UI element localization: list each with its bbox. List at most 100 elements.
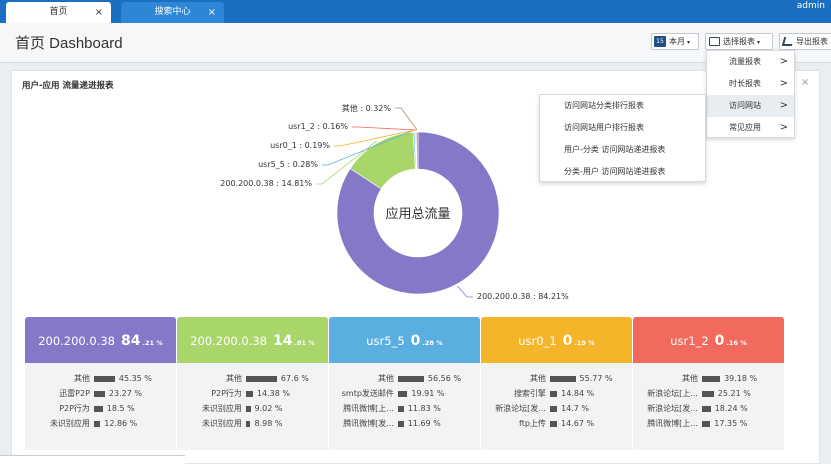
stat-row-value: 45.35 % [118,374,152,383]
submenu-item[interactable]: 用户-分类 访问网站递进报表 [540,139,705,161]
stat-row: 未识别应用 9.02 % [177,402,328,416]
submenu-item[interactable]: 访问网站分类排行报表 [540,95,705,117]
stat-row: 其他 39.18 % [633,372,784,386]
stat-row-bar [94,376,115,382]
stat-row-bar [94,406,103,412]
stat-row: 腾讯微博[上... 11.83 % [329,402,480,416]
stat-row-value: 11.69 % [407,419,441,428]
chevron-right-icon: > [779,100,788,111]
stat-row-value: 25.21 % [717,389,751,398]
stat-row-label: 新浪论坛[上... [647,389,698,398]
stat-row: 新浪论坛[上... 25.21 % [633,387,784,401]
chevron-right-icon: > [779,122,788,133]
stat-card-header[interactable]: 200.200.0.38 14.81 % [177,317,328,363]
stat-card-percent-decimal: .21 % [142,339,163,347]
stat-card-body: 其他 56.56 % smtp发送邮件 19.91 % 腾讯微博[上... 11.83 %… [329,363,481,450]
stat-row-bar [398,406,404,412]
stat-row-bar [94,421,101,427]
stat-card-body: 其他 55.77 % 搜索引擎 14.84 % 新浪论坛[发... 14.7 % ftp上传… [481,363,633,450]
stat-row: 迅雷P2P 23.27 % [25,387,176,401]
stat-card-body: 其他 67.6 % P2P行为 14.38 % 未识别应用 9.02 % 未识别应用 8.98… [177,363,329,450]
stat-row-value: 23.27 % [108,389,142,398]
stat-row-value: 18.24 % [714,404,748,413]
submenu-item[interactable]: 访问网站用户排行报表 [540,117,705,139]
stat-row-value: 9.02 % [254,404,283,413]
stat-row-bar [702,421,711,427]
pie-slice-label: usr1_2 : 0.16% [288,122,348,131]
stat-row-label: ftp上传 [519,419,546,428]
stat-row: 新浪论坛[发... 18.24 % [633,402,784,416]
stat-row-label: 其他 [529,374,546,383]
stat-card-body: 其他 45.35 % 迅雷P2P 23.27 % P2P行为 18.5 % 未识别应用 12.… [25,363,177,450]
stat-row: 未识别应用 12.86 % [25,417,176,431]
stat-card-percent-decimal: .81 % [294,339,315,347]
stat-card-header[interactable]: usr0_1 0.19 % [481,317,632,363]
stat-row-value: 12.86 % [104,419,138,428]
menu-item-traffic[interactable]: 流量报表 > [707,51,794,73]
stat-card-percent: 0 [562,333,573,349]
stat-row-label: 未识别应用 [201,419,242,428]
stat-row-bar [550,406,558,412]
pie-slice-label: usr5_5 : 0.28% [258,160,318,169]
stat-row-label: 腾讯微博[上... [343,404,394,413]
stat-card-body: 其他 39.18 % 新浪论坛[上... 25.21 % 新浪论坛[发... 18.24 … [633,363,785,450]
menu-item-label: 访问网站 [729,101,761,110]
stat-card-name: 200.200.0.38 [190,334,268,348]
report-menu: 流量报表 > 时长报表 > 访问网站 > 常见应用 > [706,50,795,138]
menu-item-apps[interactable]: 常见应用 > [707,117,794,139]
stat-row-value: 8.98 % [254,419,283,428]
stat-row: 其他 56.56 % [329,372,480,386]
label-leader-line [457,285,473,298]
stat-row-label: 其他 [225,374,242,383]
stat-row: 搜索引擎 14.84 % [481,387,632,401]
chevron-right-icon: > [779,78,788,89]
stat-row: 其他 55.77 % [481,372,632,386]
stat-row-label: 搜索引擎 [513,389,546,398]
horizontal-scrollbar[interactable] [0,455,185,464]
stat-row-label: P2P行为 [59,404,90,413]
stat-row-bar [702,376,721,382]
menu-item-duration[interactable]: 时长报表 > [707,73,794,95]
stat-row: 新浪论坛[发... 14.7 % [481,402,632,416]
stat-row: 其他 67.6 % [177,372,328,386]
stat-row-label: 未识别应用 [49,419,90,428]
label-leader-line [395,107,418,131]
stat-card-header[interactable]: 200.200.0.38 84.21 % [25,317,176,363]
stat-row-bar [94,391,105,397]
stat-row-value: 11.83 % [407,404,441,413]
stat-row-bar [246,421,251,427]
stat-row-bar [398,391,408,397]
stat-row: 其他 45.35 % [25,372,176,386]
stat-row-value: 56.56 % [427,374,461,383]
stat-row-value: 14.7 % [561,404,590,413]
stat-row-label: 其他 [681,374,698,383]
stat-row-bar [398,376,424,382]
submenu-item[interactable]: 分类-用户 访问网站递进报表 [540,161,705,183]
stat-row-bar [246,391,253,397]
label-leader-line [352,126,416,131]
stat-row: P2P行为 18.5 % [25,402,176,416]
stat-row-bar [702,406,711,412]
stat-card-name: usr0_1 [518,334,557,348]
pie-slice-label: 200.200.0.38 : 14.81% [220,179,312,188]
pie-slice-label: 其他 : 0.32% [341,104,391,113]
stat-card-name: 200.200.0.38 [38,334,116,348]
stat-row-bar [550,391,558,397]
stat-row-label: 迅雷P2P [59,389,90,398]
stat-row-bar [246,406,251,412]
stat-row-label: 其他 [377,374,394,383]
stat-card-header[interactable]: usr5_5 0.28 % [329,317,480,363]
menu-item-websites[interactable]: 访问网站 > [707,95,794,117]
stat-row-value: 14.67 % [561,419,595,428]
stat-row-label: 新浪论坛[发... [647,404,698,413]
stat-row-label: 腾讯微博[发... [343,419,394,428]
stat-card-header[interactable]: usr1_2 0.16 % [633,317,784,363]
stat-card-name: usr5_5 [366,334,405,348]
pie-slice-label: usr0_1 : 0.19% [270,141,330,150]
pie-slice-label: 200.200.0.38 : 84.21% [477,292,569,301]
stat-row-bar [550,376,576,382]
stat-row-value: 67.6 % [280,374,309,383]
stat-card-percent: 14 [273,333,293,349]
stat-row: ftp上传 14.67 % [481,417,632,431]
stat-card-percent: 0 [410,333,421,349]
